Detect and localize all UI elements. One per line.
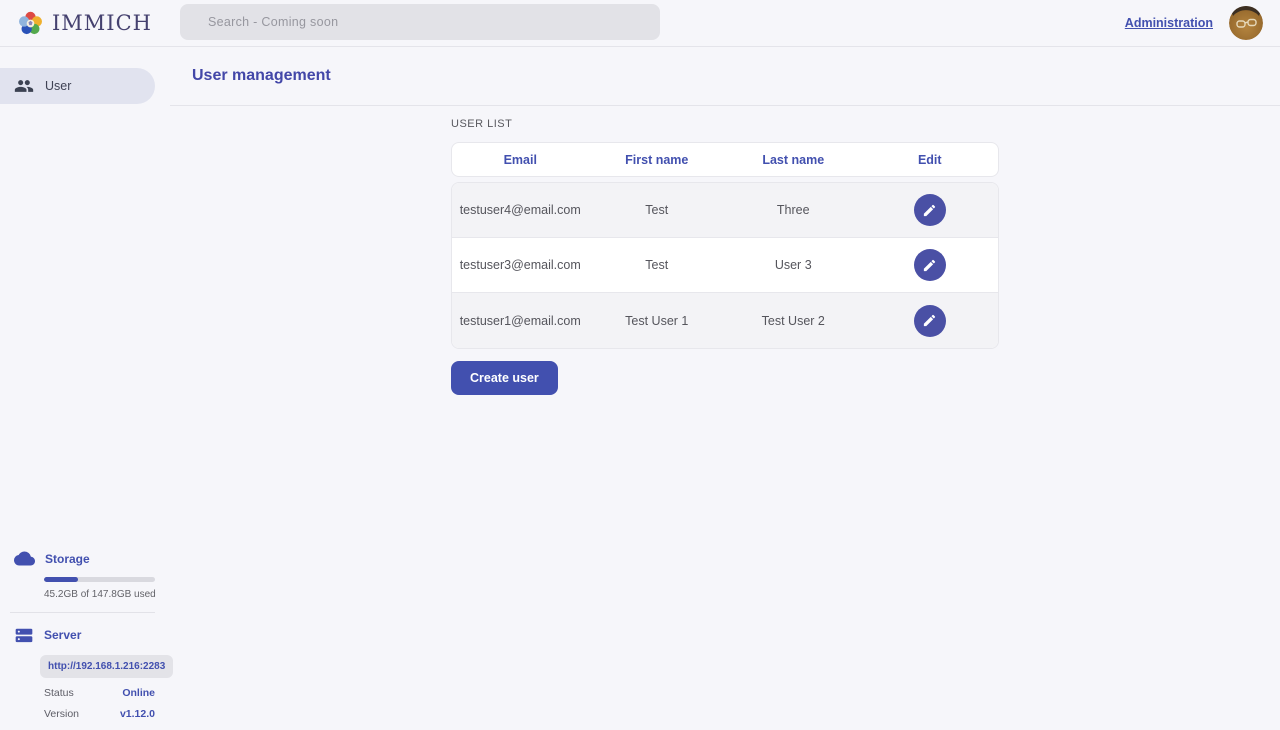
immich-logo-icon [17,10,44,37]
user-last-name: User 3 [725,258,862,272]
status-label: Status [44,687,74,699]
title-bar: User management [170,47,1280,106]
users-icon [14,76,34,96]
top-header: IMMICH Search - Coming soon Administrati… [0,0,1280,47]
server-version-row: Version v1.12.0 [44,708,155,720]
table-row: testuser1@email.com Test User 1 Test Use… [452,293,998,348]
column-header-edit: Edit [862,153,999,167]
sidebar-footer: Storage 45.2GB of 147.8GB used Server ht… [0,548,170,720]
sidebar: User Storage 45.2GB of 147.8GB used [0,47,170,730]
user-email: testuser4@email.com [452,203,589,217]
pencil-icon [922,203,937,218]
pencil-icon [922,313,937,328]
user-last-name: Three [725,203,862,217]
column-header-first-name: First name [589,153,726,167]
user-first-name: Test [589,203,726,217]
version-label: Version [44,708,79,720]
user-list-section: USER LIST Email First name Last name Edi… [451,118,999,395]
table-row: testuser3@email.com Test User 3 [452,238,998,293]
sidebar-item-user-label: User [45,79,71,93]
storage-progress-bar [44,577,155,582]
edit-user-button[interactable] [914,305,946,337]
user-list-label: USER LIST [451,118,999,130]
content-area: USER LIST Email First name Last name Edi… [170,106,1280,730]
create-user-button[interactable]: Create user [451,361,558,395]
server-title: Server [44,628,81,642]
table-body: testuser4@email.com Test Three [451,182,999,349]
storage-progress-fill [44,577,78,582]
avatar[interactable] [1229,6,1263,40]
app-title: IMMICH [52,11,152,35]
search-input[interactable]: Search - Coming soon [180,4,660,40]
version-value: v1.12.0 [120,708,155,720]
sidebar-item-user[interactable]: User [0,68,155,104]
user-first-name: Test [589,258,726,272]
administration-link[interactable]: Administration [1125,16,1213,30]
body: User Storage 45.2GB of 147.8GB used [0,47,1280,730]
storage-used-label: 45.2GB of 147.8GB used [44,589,170,600]
edit-user-button[interactable] [914,249,946,281]
main-panel: User management USER LIST Email First na… [170,47,1280,730]
pencil-icon [922,258,937,273]
page-title: User management [192,67,331,85]
server-icon [14,625,34,645]
column-header-email: Email [452,153,589,167]
search-placeholder: Search - Coming soon [208,15,338,29]
edit-user-button[interactable] [914,194,946,226]
server-section: Server [0,625,170,645]
user-email: testuser3@email.com [452,258,589,272]
app-logo: IMMICH [17,10,152,37]
header-right: Administration [1125,6,1263,40]
user-last-name: Test User 2 [725,314,862,328]
cloud-icon [14,548,35,569]
storage-title: Storage [45,552,90,566]
column-header-last-name: Last name [725,153,862,167]
user-first-name: Test User 1 [589,314,726,328]
table-header: Email First name Last name Edit [451,142,999,177]
sidebar-divider [10,612,155,613]
server-url-badge: http://192.168.1.216:2283 [40,655,173,678]
status-value: Online [122,687,155,699]
table-row: testuser4@email.com Test Three [452,183,998,238]
storage-section: Storage [0,548,170,569]
server-status-row: Status Online [44,687,155,699]
user-email: testuser1@email.com [452,314,589,328]
avatar-image [1229,6,1263,40]
